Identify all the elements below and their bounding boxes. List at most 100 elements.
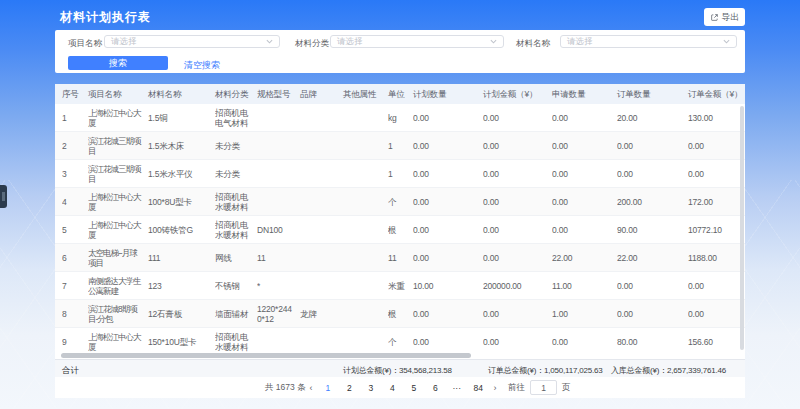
column-header-3: 材料分类: [215, 89, 257, 99]
column-header-12: 订单金额（¥）: [688, 89, 745, 99]
table-header-row: 序号项目名称材料名称材料分类规格型号品牌其他属性单位计划数量计划金额（¥）申请数…: [55, 84, 745, 104]
vertical-scrollbar[interactable]: [740, 106, 744, 350]
page-button-4[interactable]: 4: [382, 383, 404, 393]
page-button-2[interactable]: 2: [339, 383, 361, 393]
table-cell: 150*10U型卡: [148, 337, 215, 347]
page-button-6[interactable]: 6: [425, 383, 447, 393]
table-cell: 0.00: [413, 169, 483, 179]
filter-placeholder-2: 请选择: [567, 36, 593, 48]
order-total: 订单总金额(¥)：1,050,117,025.63: [488, 365, 602, 376]
filter-label-0: 项目名称: [68, 38, 102, 50]
table-row: 5上海松江中心大厦100铸铁管G招商机电 水暖材料DN100根0.000.000…: [55, 216, 745, 244]
table-cell: 0.00: [413, 253, 483, 263]
table-cell: 龙牌: [300, 309, 343, 319]
table-cell: 个: [388, 197, 413, 207]
table-cell: 0.00: [483, 141, 552, 151]
table-cell: 22.00: [617, 253, 688, 263]
prev-page-button[interactable]: ‹: [305, 383, 317, 393]
inbound-total-value: 2,657,339,761.46: [667, 366, 726, 375]
table-cell: 0.00: [688, 281, 745, 291]
table-cell: 米重: [388, 281, 413, 291]
filter-label-1: 材料分类: [295, 38, 329, 50]
table-cell: 1.5米木床: [148, 141, 215, 151]
table-cell: 20.00: [617, 113, 688, 123]
filter-select-0[interactable]: 请选择: [104, 35, 280, 48]
table-cell: 招商机电 水暖材料: [215, 332, 257, 352]
table-cell: 0.00: [413, 141, 483, 151]
table-cell: 10.00: [413, 281, 483, 291]
table-cell: 太空电梯--月球项目: [88, 248, 148, 268]
table-cell: 11: [257, 253, 300, 263]
inbound-total: 入库总金额(¥)：2,657,339,761.46: [611, 365, 726, 376]
table-cell: kg: [388, 113, 413, 123]
table-cell: 1220*2440*12: [257, 304, 300, 324]
table-cell: 上海松江中心大厦: [88, 220, 148, 240]
plan-total-label: 计划总金额(¥)：: [343, 366, 399, 375]
page-button-84[interactable]: 84: [468, 383, 490, 393]
goto-page-input[interactable]: 1: [530, 380, 557, 395]
plan-total-value: 354,568,213.58: [399, 366, 452, 375]
horizontal-scrollbar[interactable]: [61, 353, 471, 358]
table-cell: 11: [388, 253, 413, 263]
table-cell: 22.00: [552, 253, 617, 263]
page-button-···[interactable]: ···: [446, 383, 468, 393]
table-cell: 招商机电 水暖材料: [215, 192, 257, 212]
table-panel: 序号项目名称材料名称材料分类规格型号品牌其他属性单位计划数量计划金额（¥）申请数…: [55, 84, 745, 398]
search-button[interactable]: 搜索: [68, 56, 168, 70]
table-row: 1上海松江中心大厦1.5铜招商机电 电气材料kg0.000.000.0020.0…: [55, 104, 745, 132]
page-button-1[interactable]: 1: [317, 383, 339, 393]
page-button-3[interactable]: 3: [360, 383, 382, 393]
table-cell: 上海松江中心大厦: [88, 108, 148, 128]
table-cell: 0.00: [483, 169, 552, 179]
table-cell: *: [257, 281, 300, 291]
table-cell: 0.00: [552, 197, 617, 207]
table-cell: 0.00: [483, 113, 552, 123]
table-cell: 1.5米水平仪: [148, 169, 215, 179]
filter-placeholder-1: 请选择: [337, 36, 363, 48]
table-cell: 滨江花城8期项目-分包: [88, 304, 148, 324]
export-label: 导出: [722, 11, 740, 24]
table-cell: 5: [62, 225, 88, 235]
table-cell: 0.00: [688, 309, 745, 319]
column-header-2: 材料名称: [148, 89, 215, 99]
table-cell: 0.00: [413, 197, 483, 207]
table-cell: 1.00: [552, 309, 617, 319]
table-cell: 90.00: [617, 225, 688, 235]
column-header-5: 品牌: [300, 89, 343, 99]
column-header-8: 计划数量: [413, 89, 483, 99]
table-cell: 未分类: [215, 141, 257, 151]
table-cell: 网线: [215, 253, 257, 263]
table-row: 2滨江花城三期项目1.5米木床未分类10.000.000.000.000.00: [55, 132, 745, 160]
table-cell: 0.00: [552, 337, 617, 347]
table-cell: 滨江花城三期项目: [88, 164, 148, 184]
table-row: 9上海松江中心大厦150*10U型卡招商机电 水暖材料个0.000.000.00…: [55, 328, 745, 352]
table-cell: 上海松江中心大厦: [88, 332, 148, 352]
collapsed-drawer-handle[interactable]: [0, 185, 7, 208]
next-page-button[interactable]: ›: [489, 383, 501, 393]
table-cell: 根: [388, 225, 413, 235]
export-icon: [710, 13, 719, 22]
table-cell: DN100: [257, 225, 300, 235]
table-row: 4上海松江中心大厦100*8U型卡招商机电 水暖材料个0.000.000.002…: [55, 188, 745, 216]
table-row: 8滨江花城8期项目-分包12石膏板墙面辅材1220*2440*12龙牌根0.00…: [55, 300, 745, 328]
order-total-value: 1,050,117,025.63: [544, 366, 603, 375]
table-cell: 10772.10: [688, 225, 745, 235]
column-header-10: 申请数量: [552, 89, 617, 99]
filter-select-1[interactable]: 请选择: [330, 35, 504, 48]
table-cell: 根: [388, 309, 413, 319]
totals-row: 合计 计划总金额(¥)：354,568,213.58 订单总金额(¥)：1,05…: [55, 359, 745, 377]
table-cell: 0.00: [413, 225, 483, 235]
page-button-5[interactable]: 5: [403, 383, 425, 393]
table-cell: 墙面辅材: [215, 309, 257, 319]
clear-search-link[interactable]: 清空搜索: [184, 59, 220, 72]
table-cell: 200000.00: [483, 281, 552, 291]
table-cell: 0.00: [413, 309, 483, 319]
filter-select-2[interactable]: 请选择: [560, 35, 737, 48]
table-cell: 上海松江中心大厦: [88, 192, 148, 212]
table-cell: 6: [62, 253, 88, 263]
plan-total: 计划总金额(¥)：354,568,213.58: [343, 365, 452, 376]
table-cell: 不锈钢: [215, 281, 257, 291]
export-button[interactable]: 导出: [704, 8, 745, 26]
table-cell: 0.00: [552, 141, 617, 151]
goto-unit: 页: [562, 382, 571, 394]
